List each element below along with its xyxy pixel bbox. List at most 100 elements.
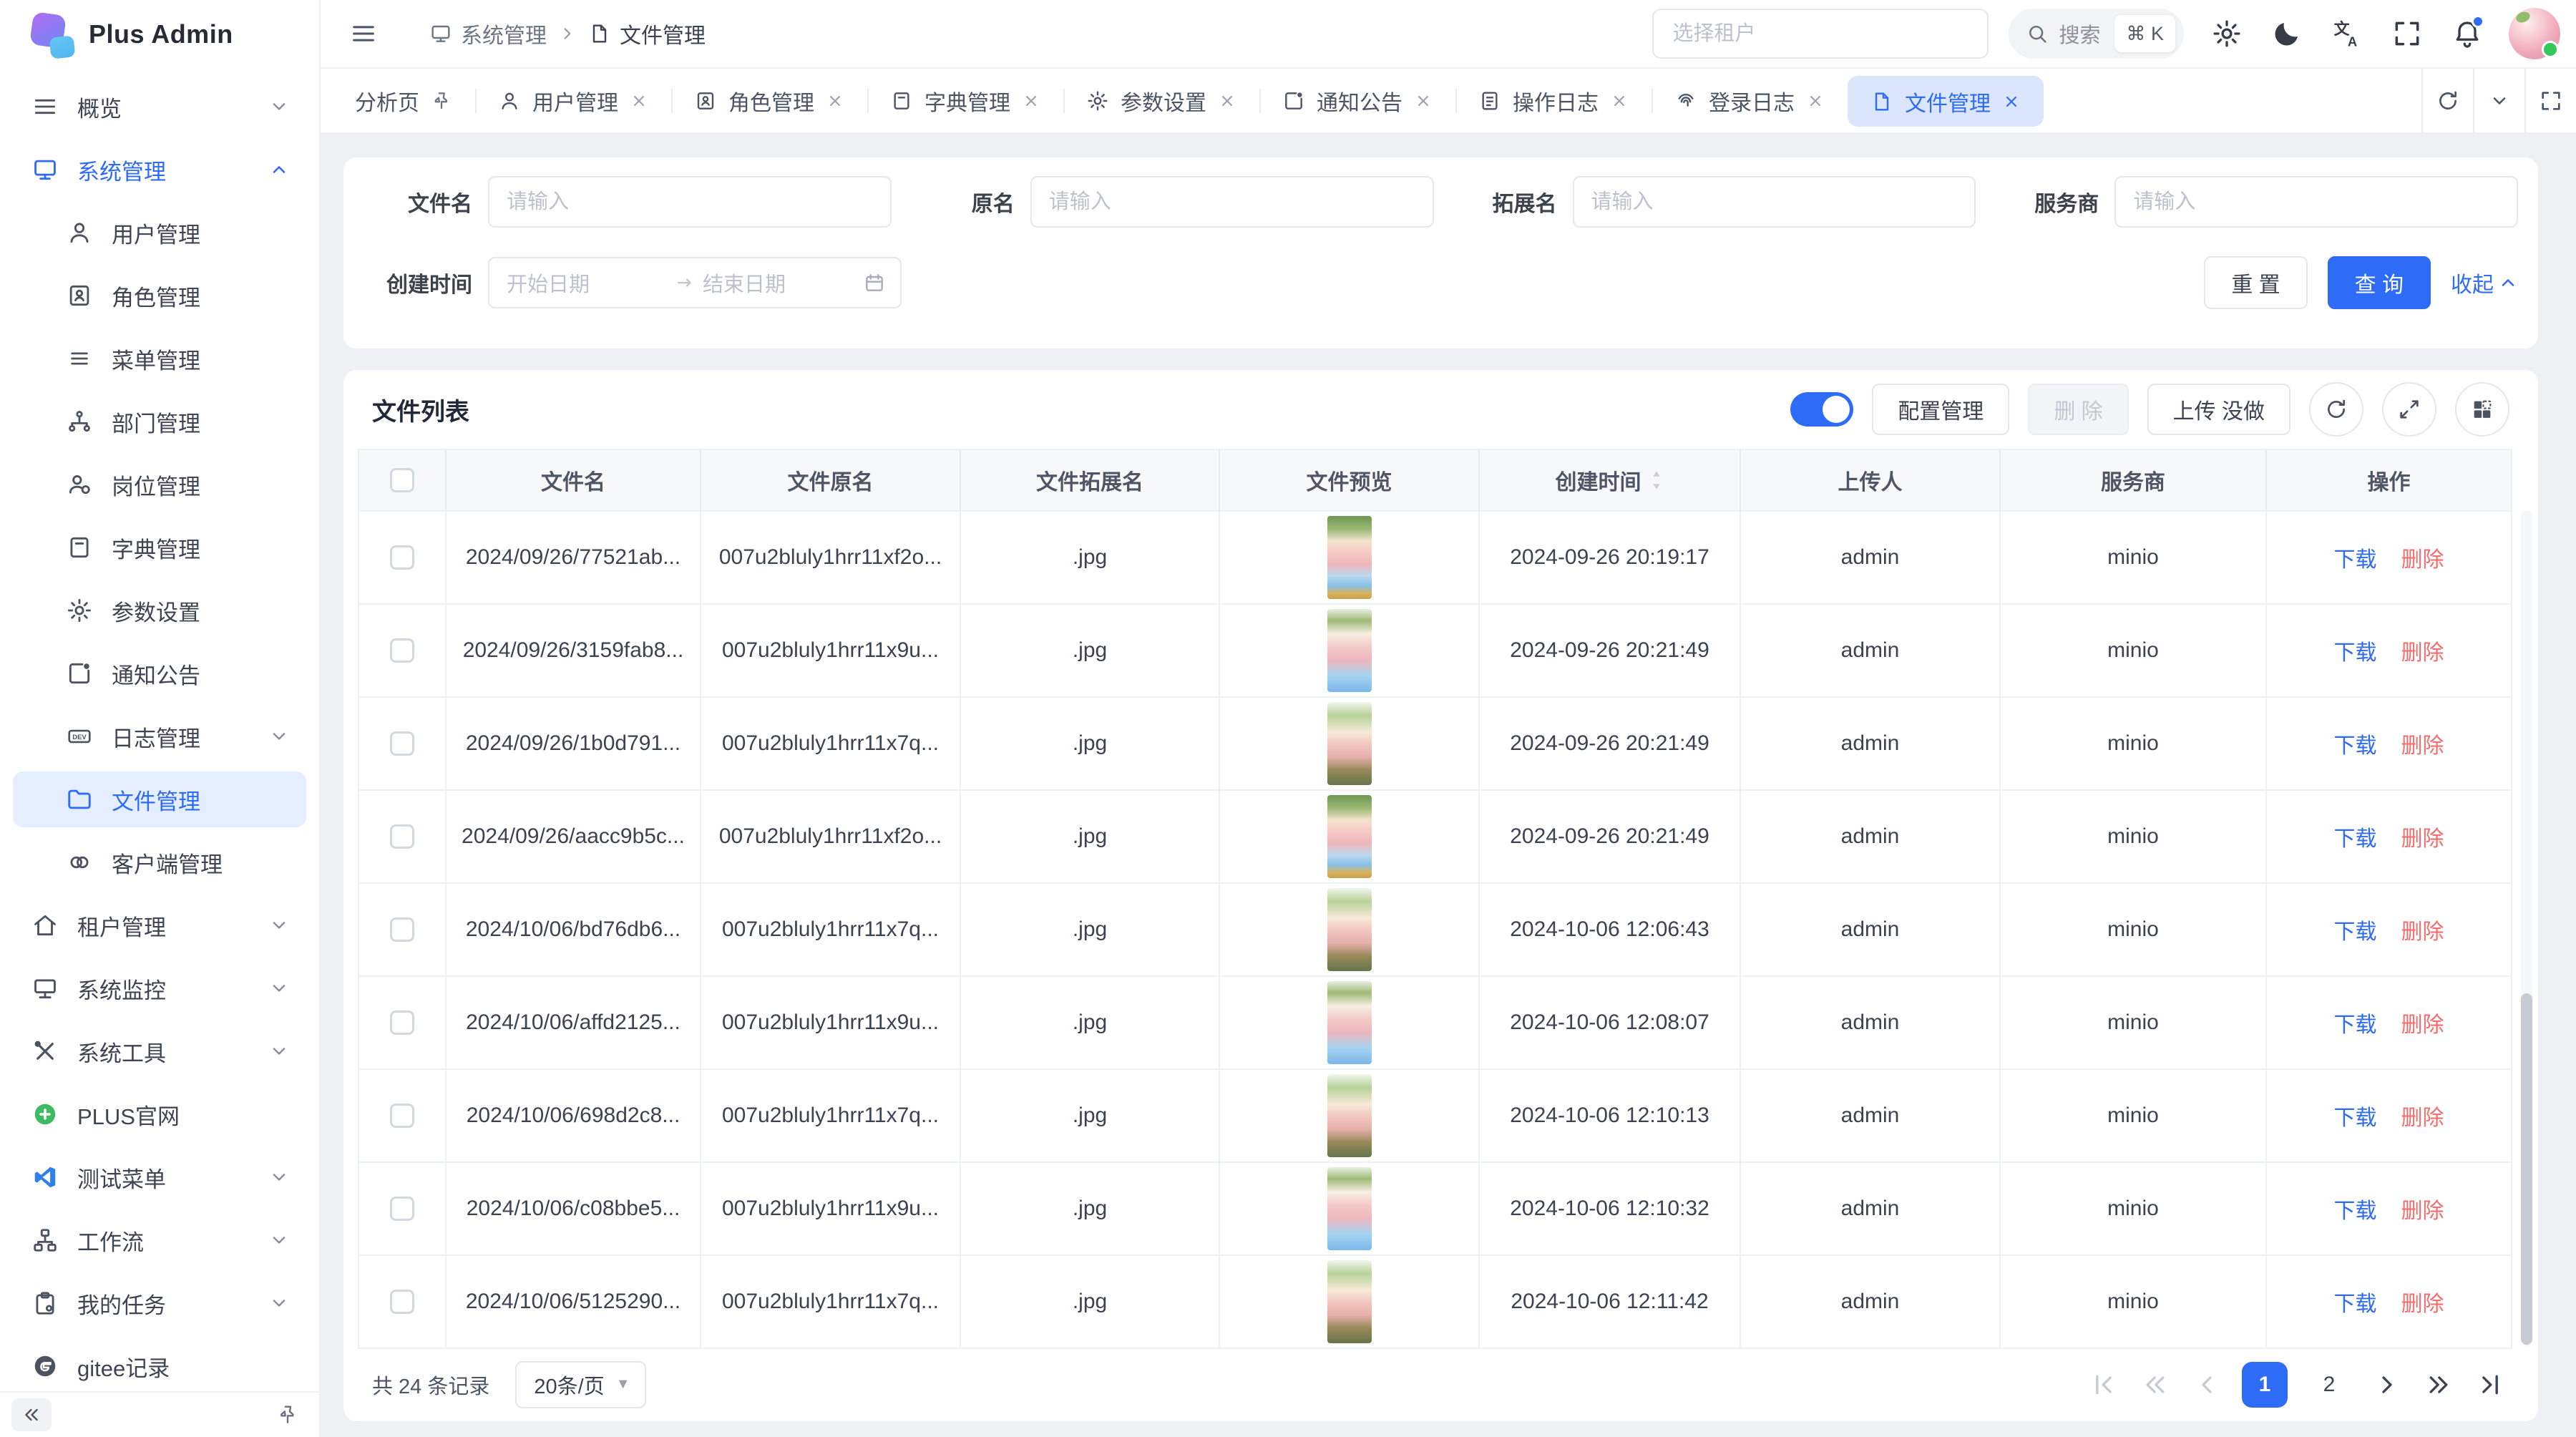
sort-control[interactable]	[1649, 469, 1664, 491]
page-tab[interactable]: 分析页	[332, 69, 475, 132]
sidebar-item[interactable]: 部门管理	[13, 394, 306, 449]
delete-link[interactable]: 删除	[2401, 542, 2444, 573]
page-tab[interactable]: 角色管理	[671, 69, 867, 132]
sidebar-item[interactable]: 菜单管理	[13, 331, 306, 386]
tab-menu-button[interactable]	[2473, 69, 2524, 132]
delete-link[interactable]: 删除	[2401, 1100, 2444, 1131]
search-visibility-toggle[interactable]	[1790, 392, 1853, 427]
page-tab[interactable]: 参数设置	[1063, 69, 1259, 132]
upload-button[interactable]: 上传 没做	[2147, 384, 2290, 435]
collapse-filters-link[interactable]: 收起	[2451, 267, 2518, 298]
delete-link[interactable]: 删除	[2401, 821, 2444, 852]
query-button[interactable]: 查 询	[2328, 256, 2431, 309]
delete-link[interactable]: 删除	[2401, 635, 2444, 666]
last-page-button[interactable]	[2474, 1362, 2507, 1408]
close-icon[interactable]	[1414, 92, 1433, 110]
notifications-button[interactable]	[2451, 18, 2483, 49]
preview-image[interactable]	[1327, 702, 1372, 785]
sidebar-item[interactable]: 参数设置	[13, 583, 306, 638]
jump-back-button[interactable]	[2139, 1362, 2172, 1408]
delete-link[interactable]: 删除	[2401, 1007, 2444, 1038]
download-link[interactable]: 下载	[2334, 1193, 2377, 1224]
page-tab[interactable]: 用户管理	[475, 69, 671, 132]
first-page-button[interactable]	[2087, 1362, 2120, 1408]
close-icon[interactable]	[1806, 92, 1825, 110]
sidebar-item[interactable]: 客户端管理	[13, 834, 306, 890]
scrollbar-thumb[interactable]	[2521, 993, 2532, 1345]
close-icon[interactable]	[826, 92, 844, 110]
delete-link[interactable]: 删除	[2401, 1286, 2444, 1317]
fullscreen-button[interactable]	[2391, 18, 2423, 49]
preview-image[interactable]	[1327, 1260, 1372, 1343]
sidebar-item[interactable]: 用户管理	[13, 205, 306, 260]
row-checkbox[interactable]	[390, 1010, 414, 1035]
sidebar-item[interactable]: gitee记录	[13, 1338, 306, 1391]
breadcrumb-item[interactable]: 文件管理	[558, 18, 706, 49]
sidebar-item[interactable]: 测试菜单	[13, 1149, 306, 1205]
content-fullscreen-button[interactable]	[2524, 69, 2576, 132]
language-button[interactable]	[2331, 18, 2363, 49]
close-icon[interactable]	[1218, 92, 1236, 110]
date-range-input[interactable]: 开始日期 结束日期	[488, 257, 902, 308]
row-checkbox[interactable]	[390, 1290, 414, 1314]
config-manage-button[interactable]: 配置管理	[1872, 384, 2009, 435]
download-link[interactable]: 下载	[2334, 1100, 2377, 1131]
preview-image[interactable]	[1327, 516, 1372, 599]
user-avatar[interactable]	[2509, 8, 2560, 59]
refresh-tab-button[interactable]	[2421, 69, 2473, 132]
sidebar-item[interactable]: 通知公告	[13, 646, 306, 701]
preview-image[interactable]	[1327, 1167, 1372, 1250]
delete-link[interactable]: 删除	[2401, 1193, 2444, 1224]
row-checkbox[interactable]	[390, 1104, 414, 1128]
breadcrumb-item[interactable]: 系统管理	[399, 18, 547, 49]
select-all-checkbox[interactable]	[390, 468, 414, 492]
sidebar-item[interactable]: 字典管理	[13, 520, 306, 575]
page-number-button[interactable]: 2	[2306, 1362, 2352, 1408]
sidebar-item[interactable]: 我的任务	[13, 1275, 306, 1331]
reset-button[interactable]: 重 置	[2204, 256, 2307, 309]
sidebar-item[interactable]: 日志管理	[13, 708, 306, 764]
row-checkbox[interactable]	[390, 731, 414, 756]
next-page-button[interactable]	[2371, 1362, 2404, 1408]
preview-image[interactable]	[1327, 888, 1372, 971]
page-tab[interactable]: 操作日志	[1455, 69, 1652, 132]
refresh-table-button[interactable]	[2309, 382, 2363, 437]
tenant-select-input[interactable]	[1652, 9, 1989, 59]
delete-link[interactable]: 删除	[2401, 728, 2444, 759]
filter-input[interactable]	[1573, 176, 1976, 228]
jump-forward-button[interactable]	[2422, 1362, 2455, 1408]
delete-button[interactable]: 删 除	[2028, 384, 2128, 435]
sidebar-item[interactable]: PLUS官网	[13, 1086, 306, 1142]
close-icon[interactable]	[630, 92, 648, 110]
prev-page-button[interactable]	[2190, 1362, 2223, 1408]
preview-image[interactable]	[1327, 795, 1372, 878]
row-checkbox[interactable]	[390, 545, 414, 570]
column-settings-button[interactable]	[2455, 382, 2509, 437]
sidebar-item[interactable]: 租户管理	[13, 897, 306, 953]
menu-toggle-icon[interactable]	[349, 19, 378, 48]
close-icon[interactable]	[2002, 92, 2021, 111]
page-tab[interactable]: 登录日志	[1652, 69, 1848, 132]
sidebar-item[interactable]: 系统监控	[13, 960, 306, 1016]
row-checkbox[interactable]	[390, 638, 414, 663]
global-search-button[interactable]: 搜索 ⌘ K	[2009, 9, 2184, 59]
row-checkbox[interactable]	[390, 1197, 414, 1221]
download-link[interactable]: 下载	[2334, 1286, 2377, 1317]
sidebar-item[interactable]: 文件管理	[13, 771, 306, 827]
page-tab[interactable]: 文件管理	[1848, 76, 2044, 127]
filter-input[interactable]	[1030, 176, 1434, 228]
download-link[interactable]: 下载	[2334, 542, 2377, 573]
sidebar-item[interactable]: 工作流	[13, 1212, 306, 1268]
close-icon[interactable]	[1610, 92, 1629, 110]
pin-icon[interactable]	[431, 90, 452, 112]
filter-input[interactable]	[2114, 176, 2518, 228]
preview-image[interactable]	[1327, 1074, 1372, 1157]
sidebar-collapse-button[interactable]	[11, 1398, 52, 1431]
page-tab[interactable]: 通知公告	[1259, 69, 1455, 132]
download-link[interactable]: 下载	[2334, 821, 2377, 852]
brand[interactable]: Plus Admin	[0, 0, 319, 69]
preview-image[interactable]	[1327, 609, 1372, 692]
sidebar-item[interactable]: 岗位管理	[13, 457, 306, 512]
delete-link[interactable]: 删除	[2401, 914, 2444, 945]
download-link[interactable]: 下载	[2334, 728, 2377, 759]
